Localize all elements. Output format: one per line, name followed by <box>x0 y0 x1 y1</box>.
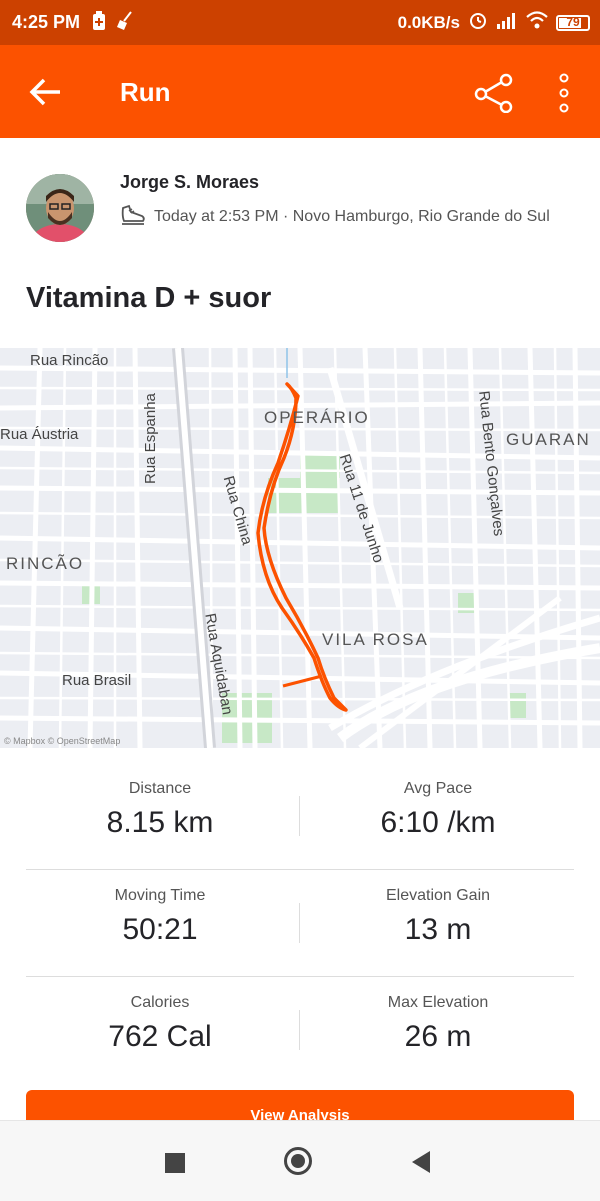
more-vertical-icon[interactable] <box>552 71 576 115</box>
stat-moving-time: Moving Time 50:21 <box>22 887 298 947</box>
battery-icon: 79 <box>556 14 590 31</box>
map-label-rincao: RINCÃO <box>6 554 85 573</box>
stat-value: 6:10 /km <box>380 806 496 839</box>
map-label-rua-austria: Rua Áustria <box>0 426 79 443</box>
home-circle-icon[interactable] <box>284 1147 312 1175</box>
network-speed: 0.0KB/s <box>397 12 460 32</box>
running-shoe-icon <box>120 204 146 226</box>
stat-value: 13 m <box>404 913 472 946</box>
stat-label: Max Elevation <box>387 994 489 1011</box>
system-nav-bar <box>0 1120 600 1201</box>
activity-title: Vitamina D + suor <box>26 282 272 314</box>
signal-icon <box>496 11 518 34</box>
status-bar: 4:25 PM 0.0KB/s 79 <box>0 0 600 45</box>
map-label-vila-rosa: VILA ROSA <box>322 630 429 649</box>
avatar[interactable] <box>26 174 94 242</box>
view-analysis-button[interactable]: View Analysis <box>26 1090 574 1124</box>
share-icon[interactable] <box>472 73 516 114</box>
battery-saver-icon <box>92 11 106 36</box>
map-label-rua-espanha: Rua Espanha <box>142 393 159 484</box>
stat-distance: Distance 8.15 km <box>22 780 298 840</box>
recents-square-icon[interactable] <box>165 1153 185 1173</box>
stat-label: Elevation Gain <box>385 887 491 904</box>
stat-label: Calories <box>130 994 190 1011</box>
stat-value: 762 Cal <box>108 1020 212 1053</box>
stat-label: Moving Time <box>114 887 206 904</box>
row-divider <box>26 869 574 870</box>
athlete-name[interactable]: Jorge S. Moraes <box>120 172 259 193</box>
stat-label: Avg Pace <box>403 780 473 797</box>
stat-avg-pace: Avg Pace 6:10 /km <box>300 780 576 840</box>
page-title: Run <box>120 77 171 107</box>
back-arrow-icon[interactable] <box>28 77 64 107</box>
wifi-icon <box>526 11 548 34</box>
map-attribution[interactable]: © Mapbox © OpenStreetMap <box>4 736 120 746</box>
app-bar: Run <box>0 45 600 138</box>
alarm-icon <box>468 10 488 35</box>
back-triangle-icon[interactable] <box>412 1151 430 1173</box>
stat-max-elevation: Max Elevation 26 m <box>300 994 576 1054</box>
map-label-guarani: GUARAN <box>506 430 591 449</box>
map-label-operario: OPERÁRIO <box>264 408 370 427</box>
stat-value: 8.15 km <box>106 806 214 839</box>
row-divider <box>26 976 574 977</box>
battery-level: 79 <box>566 14 580 29</box>
cleaner-broom-icon <box>116 11 134 36</box>
map-label-rua-brasil: Rua Brasil <box>62 672 132 689</box>
stat-value: 26 m <box>404 1020 472 1053</box>
stat-elevation-gain: Elevation Gain 13 m <box>300 887 576 947</box>
status-time: 4:25 PM <box>12 12 81 32</box>
route-map[interactable]: Rua Rincão OPERÁRIO Rua Bento Gonçalves … <box>0 348 600 748</box>
activity-meta: Today at 2:53 PM · Novo Hamburgo, Rio Gr… <box>154 208 550 225</box>
stat-label: Distance <box>128 780 192 797</box>
map-label-rua-rincao: Rua Rincão <box>30 352 109 369</box>
stat-value: 50:21 <box>122 913 198 946</box>
stat-calories: Calories 762 Cal <box>22 994 298 1054</box>
